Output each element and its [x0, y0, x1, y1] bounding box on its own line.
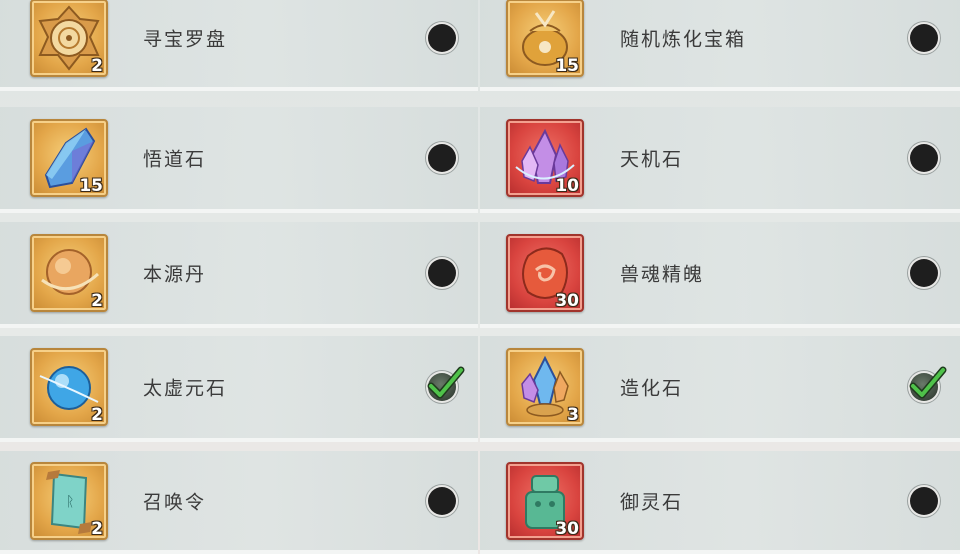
item-icon-frame: 2: [30, 234, 108, 312]
item-name: 天机石: [620, 148, 684, 171]
item-row-shouhun-jingpo[interactable]: 30 兽魂精魄: [480, 222, 960, 328]
select-toggle[interactable]: [910, 259, 938, 287]
select-toggle[interactable]: [909, 366, 947, 401]
item-name: 悟道石: [143, 148, 207, 171]
item-icon-frame: 30: [506, 234, 584, 312]
item-row-xunbao-luopan[interactable]: 2 寻宝罗盘: [0, 0, 478, 91]
select-toggle[interactable]: [427, 366, 465, 401]
item-row-yuling-shi[interactable]: 30 御灵石: [480, 451, 960, 554]
item-name: 寻宝罗盘: [143, 28, 228, 50]
select-toggle[interactable]: [428, 23, 456, 52]
checkmark-icon: [427, 366, 465, 399]
item-count: 30: [555, 518, 579, 539]
item-name: 太虚元石: [143, 377, 228, 400]
item-count: 15: [555, 55, 579, 76]
item-row-zaohua-shi[interactable]: 3 造化石: [480, 336, 960, 442]
item-row-wudao-shi[interactable]: 15 悟道石: [0, 107, 478, 213]
select-toggle[interactable]: [428, 144, 456, 172]
item-icon-frame: ᚱ 2: [30, 461, 108, 540]
select-toggle[interactable]: [910, 486, 938, 515]
item-icon-frame: 15: [30, 119, 108, 197]
item-icon-frame: 30: [506, 461, 584, 540]
item-row-benyuan-dan[interactable]: 2 本源丹: [0, 222, 478, 328]
select-toggle[interactable]: [910, 23, 938, 52]
item-name: 御灵石: [620, 491, 684, 513]
item-count: 3: [567, 405, 579, 425]
item-icon-frame: 2: [30, 0, 108, 77]
item-row-tianji-shi[interactable]: 10 天机石: [480, 107, 960, 213]
item-name: 召唤令: [143, 491, 207, 513]
item-icon-frame: 2: [30, 348, 108, 426]
item-count: 10: [555, 176, 579, 196]
select-toggle[interactable]: [428, 486, 456, 515]
item-count: 2: [91, 291, 103, 311]
right-item-list: 15 随机炼化宝箱 10 天机石 30 兽魂精魄 3 造化石 30 御灵石: [480, 0, 960, 554]
item-count: 2: [91, 55, 103, 76]
item-icon-frame: 10: [506, 119, 584, 197]
item-name: 随机炼化宝箱: [620, 28, 747, 50]
svg-text:ᚱ: ᚱ: [66, 494, 74, 510]
item-name: 造化石: [620, 377, 684, 400]
item-count: 2: [91, 518, 103, 539]
item-row-zhaohuan-ling[interactable]: ᚱ 2 召唤令: [0, 451, 478, 554]
item-row-suiji-lianhua-baoxiang[interactable]: 15 随机炼化宝箱: [480, 0, 960, 91]
left-item-list: 2 寻宝罗盘 15 悟道石 2 本源丹 2 太虚元石 ᚱ 2 召唤令: [0, 0, 480, 554]
item-row-taixu-yuanshi[interactable]: 2 太虚元石: [0, 336, 478, 442]
item-icon-frame: 3: [506, 348, 584, 426]
item-icon-frame: 15: [506, 0, 584, 77]
item-count: 15: [79, 176, 103, 196]
select-toggle[interactable]: [910, 144, 938, 172]
item-name: 兽魂精魄: [620, 263, 705, 286]
select-toggle[interactable]: [428, 259, 456, 287]
item-count: 30: [555, 291, 579, 311]
item-name: 本源丹: [143, 263, 207, 286]
item-count: 2: [91, 405, 103, 425]
checkmark-icon: [909, 366, 947, 399]
